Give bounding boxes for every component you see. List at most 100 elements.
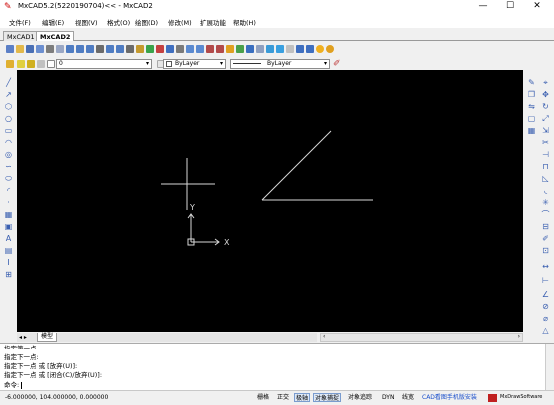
command-scrollbar[interactable] xyxy=(545,344,554,390)
zoom-out-icon[interactable] xyxy=(86,45,94,53)
web-icon[interactable] xyxy=(276,45,284,53)
extend-icon[interactable]: ⊣ xyxy=(541,150,550,159)
text-icon[interactable]: A xyxy=(4,234,13,243)
minimize-button[interactable]: — xyxy=(470,0,496,12)
region-icon[interactable]: ▣ xyxy=(4,222,13,231)
tab-mxcad2[interactable]: MxCAD2 xyxy=(36,31,75,41)
spline-icon[interactable]: ∽ xyxy=(4,162,13,171)
offset-icon[interactable]: ▢ xyxy=(527,114,536,123)
drawn-line-diagonal[interactable] xyxy=(261,130,332,201)
zoom-window-icon[interactable] xyxy=(66,45,74,53)
paste-icon[interactable] xyxy=(246,45,254,53)
table-icon[interactable]: ▤ xyxy=(4,246,13,255)
menu-view[interactable]: 视图(V) xyxy=(75,17,98,27)
menu-extensions[interactable]: 扩展功能 xyxy=(200,17,226,27)
chamfer-icon[interactable]: ◺ xyxy=(541,174,550,183)
menu-help[interactable]: 帮助(H) xyxy=(233,17,256,27)
sun-icon[interactable] xyxy=(316,45,324,53)
box-icon[interactable]: ⊡ xyxy=(541,246,550,255)
toggle-osnap[interactable]: 对象捕捉 xyxy=(313,393,342,402)
match-properties-icon[interactable] xyxy=(136,45,144,53)
help-icon[interactable] xyxy=(306,45,314,53)
copy-icon[interactable] xyxy=(236,45,244,53)
horizontal-scrollbar[interactable]: ‹ › xyxy=(320,333,523,342)
zoom-extents-icon[interactable] xyxy=(106,45,114,53)
new-file-icon[interactable] xyxy=(6,45,14,53)
mirror-icon[interactable]: ⇋ xyxy=(527,102,536,111)
image-icon[interactable]: ⊞ xyxy=(4,270,13,279)
scale-icon[interactable]: ⤢ xyxy=(541,114,550,123)
scroll-left-icon[interactable]: ‹ xyxy=(323,333,325,340)
print-icon[interactable] xyxy=(46,45,54,53)
zoom-all-icon[interactable] xyxy=(116,45,124,53)
color-select[interactable]: ByLayer ▾ xyxy=(163,59,226,69)
linetype-select[interactable]: ByLayer ▾ xyxy=(230,59,330,69)
ellipse-icon[interactable]: ⬭ xyxy=(4,174,13,183)
tab-nav-arrows-icon[interactable]: ◂ ▸ xyxy=(19,333,27,342)
insert-block-icon[interactable] xyxy=(196,45,204,53)
globe-icon[interactable] xyxy=(266,45,274,53)
layer-lock-icon[interactable] xyxy=(37,60,45,68)
maximize-button[interactable]: ☐ xyxy=(497,0,523,12)
cut-icon[interactable] xyxy=(226,45,234,53)
regen-icon[interactable] xyxy=(126,45,134,53)
info-icon[interactable] xyxy=(326,45,334,53)
settings-icon[interactable] xyxy=(286,45,294,53)
save-icon[interactable] xyxy=(26,45,34,53)
layer-freeze-icon[interactable] xyxy=(27,60,35,68)
fillet-icon[interactable]: ◟ xyxy=(541,186,550,195)
hatch-icon[interactable]: ▦ xyxy=(4,210,13,219)
toggle-grid[interactable]: 栅格 xyxy=(256,393,270,402)
rotate-icon[interactable]: ↻ xyxy=(541,102,550,111)
menu-edit[interactable]: 编辑(E) xyxy=(42,17,64,27)
dimension-diameter-icon[interactable]: ⌀ xyxy=(541,314,550,323)
join-icon[interactable]: ⌒ xyxy=(541,210,550,219)
search-icon[interactable] xyxy=(296,45,304,53)
point-icon[interactable]: · xyxy=(4,198,13,207)
dimension-aligned-icon[interactable]: ⊢ xyxy=(541,276,550,285)
layer-icon[interactable] xyxy=(146,45,154,53)
erase-icon[interactable]: ✎ xyxy=(527,78,536,87)
close-button[interactable]: ✕ xyxy=(524,0,550,12)
array-icon[interactable]: ▦ xyxy=(527,126,536,135)
promo-link[interactable]: CAD看图手机版安装 xyxy=(421,393,478,402)
copy-object-icon[interactable]: ❐ xyxy=(527,90,536,99)
menu-format[interactable]: 格式(O) xyxy=(107,17,130,27)
toggle-lineweight[interactable]: 线宽 xyxy=(401,393,415,402)
layer-select[interactable]: 0 ▾ xyxy=(56,59,152,69)
explode-icon[interactable]: ✳ xyxy=(541,198,550,207)
open-file-icon[interactable] xyxy=(16,45,24,53)
save-as-icon[interactable] xyxy=(36,45,44,53)
circle-icon[interactable]: ○ xyxy=(4,114,13,123)
polygon-icon[interactable]: ⬡ xyxy=(4,102,13,111)
tab-model[interactable]: 模型 xyxy=(37,333,58,342)
menu-draw[interactable]: 绘图(D) xyxy=(135,17,158,27)
menu-modify[interactable]: 修改(M) xyxy=(168,17,192,27)
arc-icon[interactable]: ◠ xyxy=(4,138,13,147)
drawing-canvas[interactable]: Y X xyxy=(17,70,523,332)
trim-icon[interactable]: ✂ xyxy=(541,138,550,147)
ellipse-arc-icon[interactable]: ◜ xyxy=(4,186,13,195)
text-style-icon[interactable] xyxy=(176,45,184,53)
dimension-linear-icon[interactable]: ↔ xyxy=(541,262,550,271)
zoom-in-icon[interactable] xyxy=(76,45,84,53)
edit-pen-icon[interactable]: ✐ xyxy=(541,234,550,243)
dimension-radius-icon[interactable]: ⊘ xyxy=(541,302,550,311)
scroll-right-icon[interactable]: › xyxy=(518,333,520,340)
layer-manager-icon[interactable] xyxy=(6,60,14,68)
circle-center-icon[interactable]: ◎ xyxy=(4,150,13,159)
align-icon[interactable]: ⊟ xyxy=(541,222,550,231)
measure-icon[interactable] xyxy=(156,45,164,53)
tab-mxcad1[interactable]: MxCAD1 xyxy=(3,31,39,41)
toggle-dyn[interactable]: DYN xyxy=(381,393,395,402)
brush-icon[interactable]: ✐ xyxy=(333,59,343,69)
menu-file[interactable]: 文件(F) xyxy=(9,17,31,27)
multiline-text-icon[interactable]: Ⅰ xyxy=(4,258,13,267)
leader-icon[interactable]: △ xyxy=(541,326,550,335)
polyline-icon[interactable]: ↗ xyxy=(4,90,13,99)
undo-icon[interactable] xyxy=(206,45,214,53)
print-preview-icon[interactable] xyxy=(56,45,64,53)
redo-icon[interactable] xyxy=(216,45,224,53)
toggle-otrack[interactable]: 对象追踪 xyxy=(347,393,373,402)
move-icon[interactable]: ✥ xyxy=(541,90,550,99)
